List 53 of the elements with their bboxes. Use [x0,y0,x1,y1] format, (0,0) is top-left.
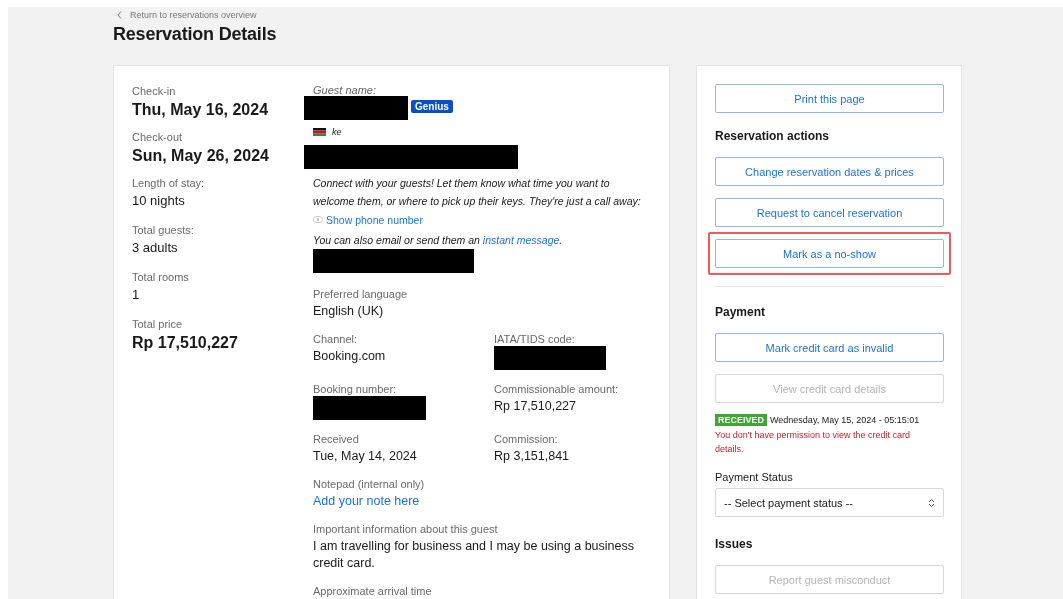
section-heading: Reservation actions [715,129,831,143]
field-label: Notepad (internal only) [313,476,426,491]
field-value: English (UK) [313,302,385,320]
error-message: You don't have permission to view the credit card details. [715,429,911,456]
field-value: Booking.com [313,347,387,365]
field-label: Booking number: [313,381,398,396]
status-badge: RECEIVED [715,414,767,426]
field-value: Rp 17,510,227 [494,397,577,415]
field-value: 3 adults [132,239,179,256]
field-label: Guest name: [313,84,377,96]
field-value: Thu, May 16, 2024 [132,100,270,120]
payment-status-select[interactable]: -- Select payment status -- [715,488,944,517]
field-label: Commissionable amount: [494,381,620,396]
field-label: Important information about this guest [313,521,499,536]
action-button[interactable]: Request to cancel reservation [715,198,944,227]
field-label: IATA/TIDS code: [494,331,576,346]
field-value: I am travelling for business and I may be using a business credit card. [313,537,635,572]
page-title: Reservation Details [113,24,278,45]
field-value: 10 nights [132,192,186,209]
show-phone-link[interactable]: Show phone number [326,210,423,229]
action-button[interactable]: Print this page [715,84,944,113]
field-value: Rp 3,151,841 [494,447,571,465]
back-icon [117,11,122,19]
field-label: Received [313,431,360,446]
action-button[interactable]: Change reservation dates & prices [715,157,944,186]
field-label: Total guests: [132,223,195,237]
flag-icon [313,128,326,136]
country-code: ke [332,127,342,137]
field-value: Tue, May 14, 2024 [313,447,418,465]
field-label: Channel: [313,331,359,346]
chevron-updown-icon [928,497,935,508]
field-label: Commission: [494,431,559,446]
field-label: Total price [132,317,184,331]
field-value: Sun, May 26, 2024 [132,146,270,166]
message-paragraph: You can also email or send them an instant message. [313,232,564,248]
back-link[interactable]: Return to reservations overview [130,10,257,20]
field-label: Check-in [132,84,177,98]
field-label: Preferred language [313,286,409,301]
field-label: Length of stay: [132,176,206,190]
add-note-link[interactable]: Add your note here [313,493,420,508]
field-label: Payment Status [715,470,794,484]
field-value: 1 [132,286,141,303]
field-value: Rp 17,510,227 [132,333,239,353]
field-label: Check-out [132,130,184,144]
section-heading: Issues [715,537,754,551]
section-heading: Payment [715,305,767,319]
field-label: Total rooms [132,270,190,284]
payment-timestamp: Wednesday, May 15, 2024 - 05:15:01 [770,415,920,425]
action-button[interactable]: Mark credit card as invalid [715,333,944,362]
genius-badge: Genius [411,100,453,113]
eye-icon [313,216,323,223]
field-label: Approximate arrival time [313,583,433,598]
action-button[interactable]: Mark as a no-show [715,239,944,268]
